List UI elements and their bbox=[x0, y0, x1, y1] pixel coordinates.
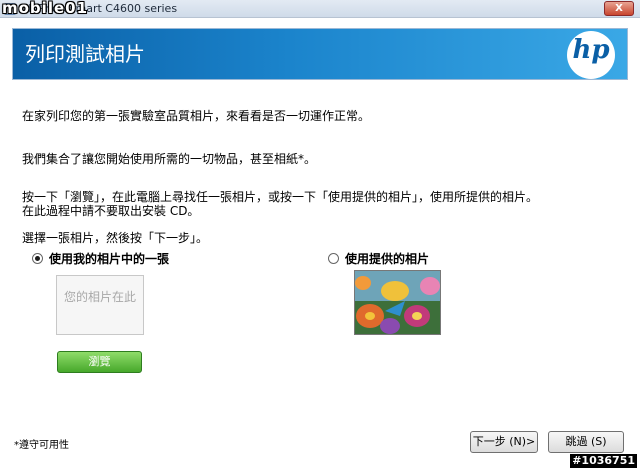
sample-flower-photo[interactable] bbox=[354, 270, 441, 335]
photo-placeholder-text: 您的相片在此 bbox=[63, 290, 136, 304]
footnote: *遵守可用性 bbox=[14, 440, 69, 451]
flower-image-icon bbox=[355, 271, 440, 334]
photo-placeholder: 您的相片在此 bbox=[56, 275, 144, 335]
cd-warning-text: 在此過程中請不要取出安裝 CD。 bbox=[22, 204, 200, 218]
next-button[interactable]: 下一步 (N)> bbox=[470, 431, 538, 453]
radio-label-my-photo: 使用我的相片中的一張 bbox=[49, 252, 170, 266]
image-id-label: #1036751 bbox=[570, 454, 637, 468]
page-title: 列印測試相片 bbox=[25, 42, 145, 66]
close-button[interactable]: X bbox=[604, 1, 634, 16]
radio-use-provided-photo[interactable]: 使用提供的相片 bbox=[328, 250, 429, 267]
radio-label-provided-photo: 使用提供的相片 bbox=[345, 252, 430, 266]
hp-logo-icon: hp bbox=[567, 31, 615, 79]
browse-button[interactable]: 瀏覽 bbox=[57, 351, 142, 373]
header-banner: 列印測試相片 hp bbox=[12, 28, 628, 80]
browse-instruction-text: 按一下「瀏覽」，在此電腦上尋找任一張相片，或按一下「使用提供的相片」，使用所提供… bbox=[22, 190, 539, 204]
title-bar: HP Photosmart C4600 series mobile01 X bbox=[0, 0, 640, 18]
choose-photo-text: 選擇一張相片，然後按「下一步」。 bbox=[22, 231, 209, 245]
watermark-logo: mobile01 bbox=[2, 0, 89, 17]
skip-button[interactable]: 跳過 (S) bbox=[548, 431, 624, 453]
supplies-text: 我們集合了讓您開始使用所需的一切物品，甚至相紙*。 bbox=[22, 152, 317, 166]
hp-logo-text: hp bbox=[572, 35, 610, 65]
intro-text: 在家列印您的第一張實驗室品質相片，來看看是否一切運作正常。 bbox=[22, 109, 371, 123]
radio-unchecked-icon[interactable] bbox=[328, 253, 339, 264]
radio-use-my-photo[interactable]: 使用我的相片中的一張 bbox=[32, 250, 169, 267]
radio-checked-icon[interactable] bbox=[32, 253, 43, 264]
